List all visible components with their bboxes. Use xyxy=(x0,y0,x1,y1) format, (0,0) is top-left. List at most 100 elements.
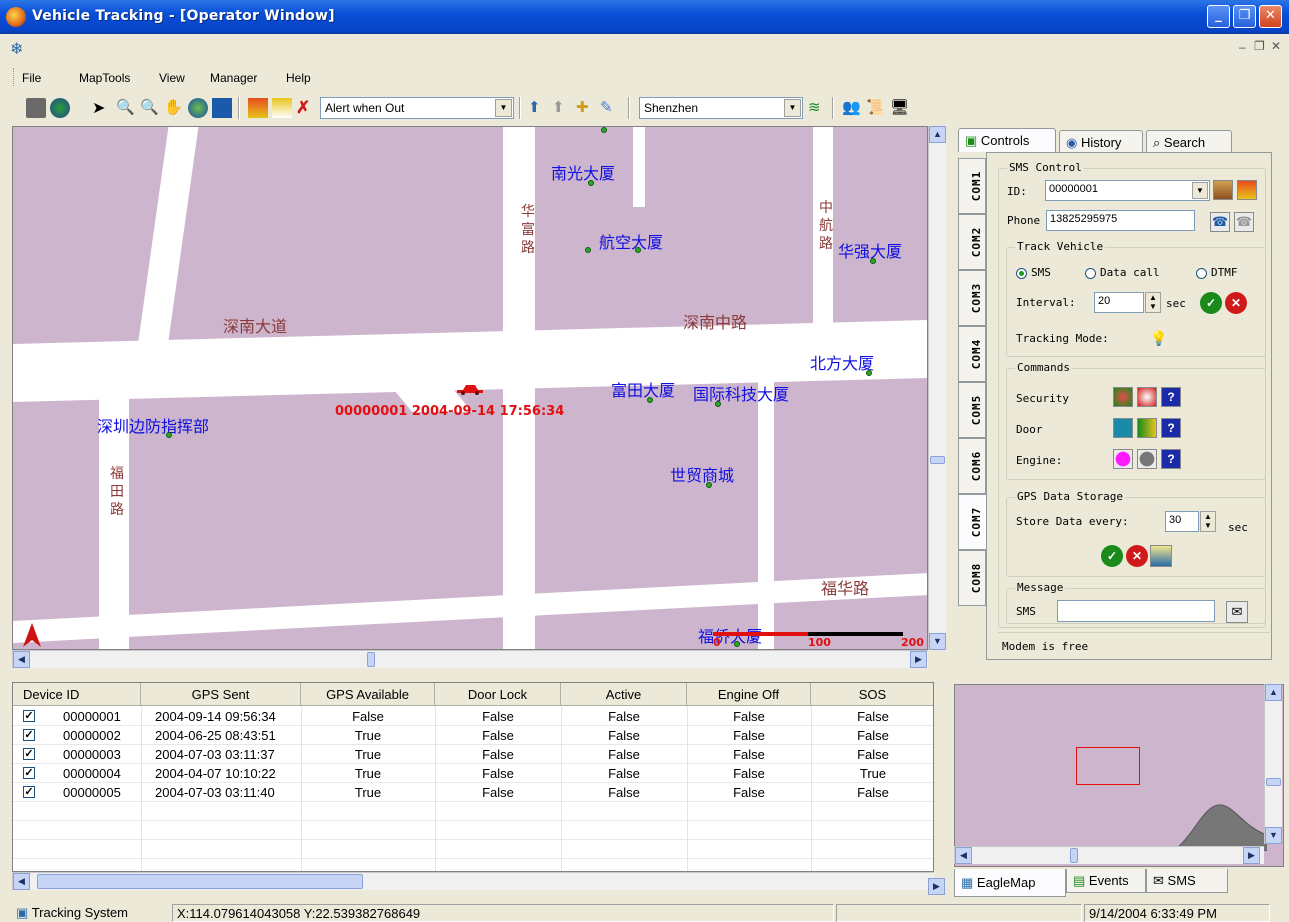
mdi-minimize-button[interactable]: – xyxy=(1239,40,1246,54)
scroll-down-button[interactable]: ▼ xyxy=(929,633,946,650)
tab-com3[interactable]: COM3 xyxy=(958,270,986,326)
tab-com7[interactable]: COM7 xyxy=(958,494,986,550)
id-vehicle-button[interactable] xyxy=(1237,180,1257,200)
menu-file[interactable]: File xyxy=(22,71,41,85)
tab-com8[interactable]: COM8 xyxy=(958,550,986,606)
store-start-button[interactable]: ✓ xyxy=(1101,545,1123,567)
menu-manager[interactable]: Manager xyxy=(210,71,257,85)
mdi-restore-button[interactable]: ❐ xyxy=(1254,39,1265,53)
chevron-down-icon[interactable]: ▼ xyxy=(784,99,801,117)
security-off-button[interactable] xyxy=(1137,387,1157,407)
row-checkbox[interactable]: ✓ xyxy=(23,786,35,798)
scroll-left-button[interactable]: ◀ xyxy=(13,651,30,668)
scroll-up-button[interactable]: ▲ xyxy=(1265,684,1282,701)
eagle-map[interactable] xyxy=(954,684,1284,867)
col-header[interactable]: Engine Off xyxy=(687,683,811,706)
map-vscrollbar[interactable]: ▲ ▼ xyxy=(928,126,946,650)
users-icon[interactable]: 👥 xyxy=(842,98,862,118)
scroll-left-button[interactable]: ◀ xyxy=(13,873,30,890)
mdi-close-button[interactable]: ✕ xyxy=(1271,39,1281,53)
col-header[interactable]: Door Lock xyxy=(435,683,561,706)
remove-vehicle-icon[interactable]: ✗ xyxy=(296,98,316,118)
radio-data-call[interactable] xyxy=(1085,268,1096,279)
maximize-button[interactable]: ❐ xyxy=(1233,5,1256,28)
map-canvas[interactable]: 南光大厦 航空大厦 华强大厦 北方大厦 富田大厦 国际科技大厦 深圳边防指挥部 … xyxy=(12,126,928,650)
chevron-down-icon[interactable]: ▼ xyxy=(1192,182,1208,199)
menu-view[interactable]: View xyxy=(159,71,185,85)
tab-com6[interactable]: COM6 xyxy=(958,438,986,494)
tab-com4[interactable]: COM4 xyxy=(958,326,986,382)
full-extent-icon[interactable] xyxy=(188,98,208,118)
print-icon[interactable] xyxy=(26,98,46,118)
store-interval-stepper[interactable]: ▲ ▼ xyxy=(1200,511,1216,532)
scroll-right-button[interactable]: ▶ xyxy=(928,878,945,895)
menu-maptools[interactable]: MapTools xyxy=(79,71,130,85)
scroll-right-button[interactable]: ▶ xyxy=(1243,847,1260,864)
interval-input[interactable]: 20 xyxy=(1094,292,1144,313)
scroll-down-button[interactable]: ▼ xyxy=(1265,827,1282,844)
tab-com5[interactable]: COM5 xyxy=(958,382,986,438)
interval-stepper[interactable]: ▲ ▼ xyxy=(1145,292,1161,313)
radio-dtmf[interactable] xyxy=(1196,268,1207,279)
door-unlock-button[interactable] xyxy=(1137,418,1157,438)
table-row[interactable]: ✓ 00000005 2004-07-03 03:11:40 True False Fal… xyxy=(13,783,933,802)
pan-hand-icon[interactable]: ✋ xyxy=(164,98,184,118)
region-add-icon[interactable]: ✚ xyxy=(576,98,596,118)
menu-help[interactable]: Help xyxy=(286,71,311,85)
tab-sms[interactable]: ✉ SMS xyxy=(1146,869,1228,893)
row-checkbox[interactable]: ✓ xyxy=(23,767,35,779)
scroll-right-button[interactable]: ▶ xyxy=(910,651,927,668)
chevron-down-icon[interactable]: ▼ xyxy=(495,99,512,117)
zoom-in-icon[interactable]: 🔍 xyxy=(116,98,136,118)
tab-search[interactable]: ⌕ Search xyxy=(1146,130,1232,154)
store-view-button[interactable] xyxy=(1150,545,1172,567)
radio-sms[interactable] xyxy=(1016,268,1027,279)
engine-query-button[interactable]: ? xyxy=(1161,449,1181,469)
phone-input[interactable]: 13825295975 xyxy=(1046,210,1195,231)
globe-icon[interactable] xyxy=(50,98,70,118)
col-header[interactable]: GPS Sent xyxy=(141,683,301,706)
scroll-up-button[interactable]: ▲ xyxy=(929,126,946,143)
call-icon[interactable]: ☎ xyxy=(1210,212,1230,232)
row-checkbox[interactable]: ✓ xyxy=(23,710,35,722)
device-id-select[interactable]: 00000001 ▼ xyxy=(1045,180,1210,201)
tab-com1[interactable]: COM1 xyxy=(958,158,986,214)
start-tracking-button[interactable]: ✓ xyxy=(1200,292,1222,314)
table-row[interactable]: ✓ 00000004 2004-04-07 10:10:22 True False Fal… xyxy=(13,764,933,783)
tab-history[interactable]: ◉ History xyxy=(1059,130,1143,154)
eagle-vscrollbar[interactable]: ▲ ▼ xyxy=(1264,684,1282,844)
door-query-button[interactable]: ? xyxy=(1161,418,1181,438)
table-hscrollbar[interactable]: ◀ xyxy=(12,872,934,890)
minimize-button[interactable]: _ xyxy=(1207,5,1230,28)
scroll-thumb[interactable] xyxy=(1266,778,1281,786)
scroll-thumb[interactable] xyxy=(367,652,375,667)
engine-off-button[interactable] xyxy=(1137,449,1157,469)
table-row[interactable]: ✓ 00000002 2004-06-25 08:43:51 True False Fal… xyxy=(13,726,933,745)
security-on-button[interactable] xyxy=(1113,387,1133,407)
col-header[interactable]: GPS Available xyxy=(301,683,435,706)
map-hscrollbar[interactable]: ◀ ▶ xyxy=(12,650,928,668)
col-header[interactable]: Device ID xyxy=(13,683,141,706)
layers-icon[interactable]: ≋ xyxy=(808,98,828,118)
table-row[interactable]: ✓ 00000001 2004-09-14 09:56:34 False False Fa… xyxy=(13,707,933,726)
vehicle-list-icon[interactable] xyxy=(272,98,292,118)
col-header[interactable]: SOS xyxy=(811,683,933,706)
zoom-out-icon[interactable]: 🔍 xyxy=(140,98,160,118)
pointer-icon[interactable]: ➤ xyxy=(92,98,112,118)
eagle-viewport-rect[interactable] xyxy=(1076,747,1140,785)
alert-mode-select[interactable]: Alert when Out ▼ xyxy=(320,97,514,119)
city-select[interactable]: Shenzhen ▼ xyxy=(639,97,803,119)
id-manage-button[interactable] xyxy=(1213,180,1233,200)
store-interval-input[interactable]: 30 xyxy=(1165,511,1199,532)
scroll-thumb[interactable] xyxy=(37,874,363,889)
scroll-thumb[interactable] xyxy=(1070,848,1078,863)
computer-icon[interactable]: 🖥 xyxy=(890,98,910,118)
row-checkbox[interactable]: ✓ xyxy=(23,748,35,760)
security-query-button[interactable]: ? xyxy=(1161,387,1181,407)
vehicle-car-icon[interactable] xyxy=(455,383,485,395)
close-button[interactable]: ✕ xyxy=(1259,5,1282,28)
door-lock-button[interactable] xyxy=(1113,418,1133,438)
tab-com2[interactable]: COM2 xyxy=(958,214,986,270)
store-stop-button[interactable]: ✕ xyxy=(1126,545,1148,567)
eagle-hscrollbar[interactable]: ◀ ▶ xyxy=(954,846,1264,864)
